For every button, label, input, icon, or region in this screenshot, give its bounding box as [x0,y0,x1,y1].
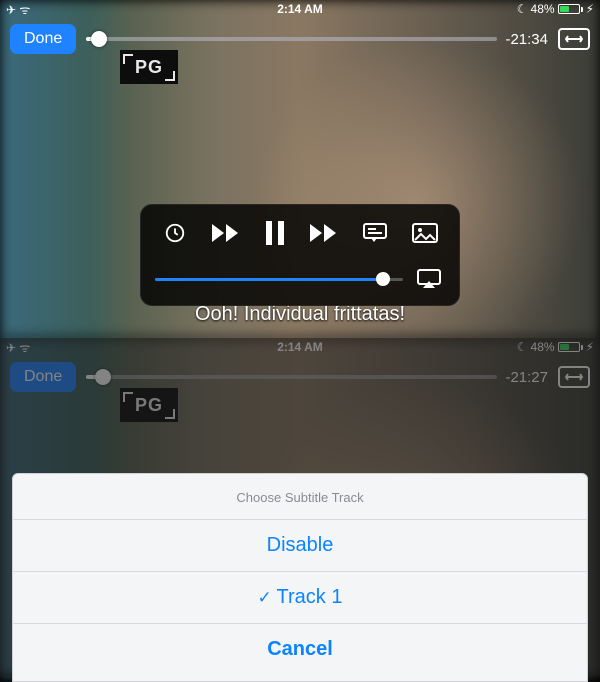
status-bar: ✈ ᯤ 2:14 AM ☾ 48% ⚡︎ [0,0,600,18]
sheet-title: Choose Subtitle Track [13,474,587,519]
player-top-bar: Done -21:34 [0,20,600,58]
pause-button[interactable] [259,217,291,249]
done-button[interactable]: Done [10,24,76,54]
sheet-cancel-button[interactable]: Cancel [13,623,587,681]
forward-button[interactable] [309,217,341,249]
playback-controls [140,204,460,306]
rewind-button[interactable] [209,217,241,249]
subtitle-track-sheet: Choose Subtitle Track Disable Track 1 Ca… [12,473,588,682]
scrubber-knob[interactable] [91,31,107,47]
aspect-toggle-button[interactable] [558,28,590,50]
rating-text: PG [135,57,163,78]
scrubber[interactable] [86,37,497,41]
battery-icon [558,4,583,14]
sleep-timer-icon[interactable] [159,217,191,249]
subtitle-caption: Ooh! Individual frittatas! [0,303,600,326]
picture-button[interactable] [409,217,441,249]
airplay-button[interactable] [413,263,445,295]
scrubber-row: -21:34 [86,31,548,48]
subtitles-button[interactable] [359,217,391,249]
subtitle-option-track-1[interactable]: Track 1 [13,571,587,623]
volume-knob[interactable] [376,272,390,286]
time-remaining: -21:34 [505,31,548,48]
clock: 2:14 AM [0,2,600,16]
volume-slider[interactable] [155,278,403,281]
volume-fill [155,278,383,281]
subtitle-option-disable[interactable]: Disable [13,519,587,571]
